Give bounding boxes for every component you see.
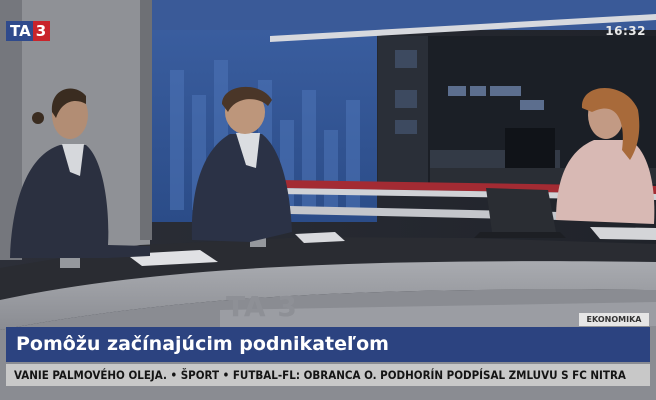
desk-logo: TA 3: [226, 290, 298, 323]
news-ticker: VANIE PALMOVÉHO OLEJA. • ŠPORT • FUTBAL-…: [6, 364, 650, 386]
channel-logo-ta: TA: [6, 21, 33, 41]
channel-logo: TA 3: [6, 21, 51, 41]
headline-bar: Pomôžu začínajúcim podnikateľom: [6, 327, 650, 362]
clock: 16:32: [605, 24, 646, 38]
ticker-text: VANIE PALMOVÉHO OLEJA. • ŠPORT • FUTBAL-…: [14, 368, 626, 382]
channel-logo-number: 3: [32, 21, 51, 41]
broadcast-frame: TA 3 TA 3 16:32 EKONOMIKA Pomôžu začínaj…: [0, 0, 656, 400]
section-tag: EKONOMIKA: [579, 313, 649, 326]
